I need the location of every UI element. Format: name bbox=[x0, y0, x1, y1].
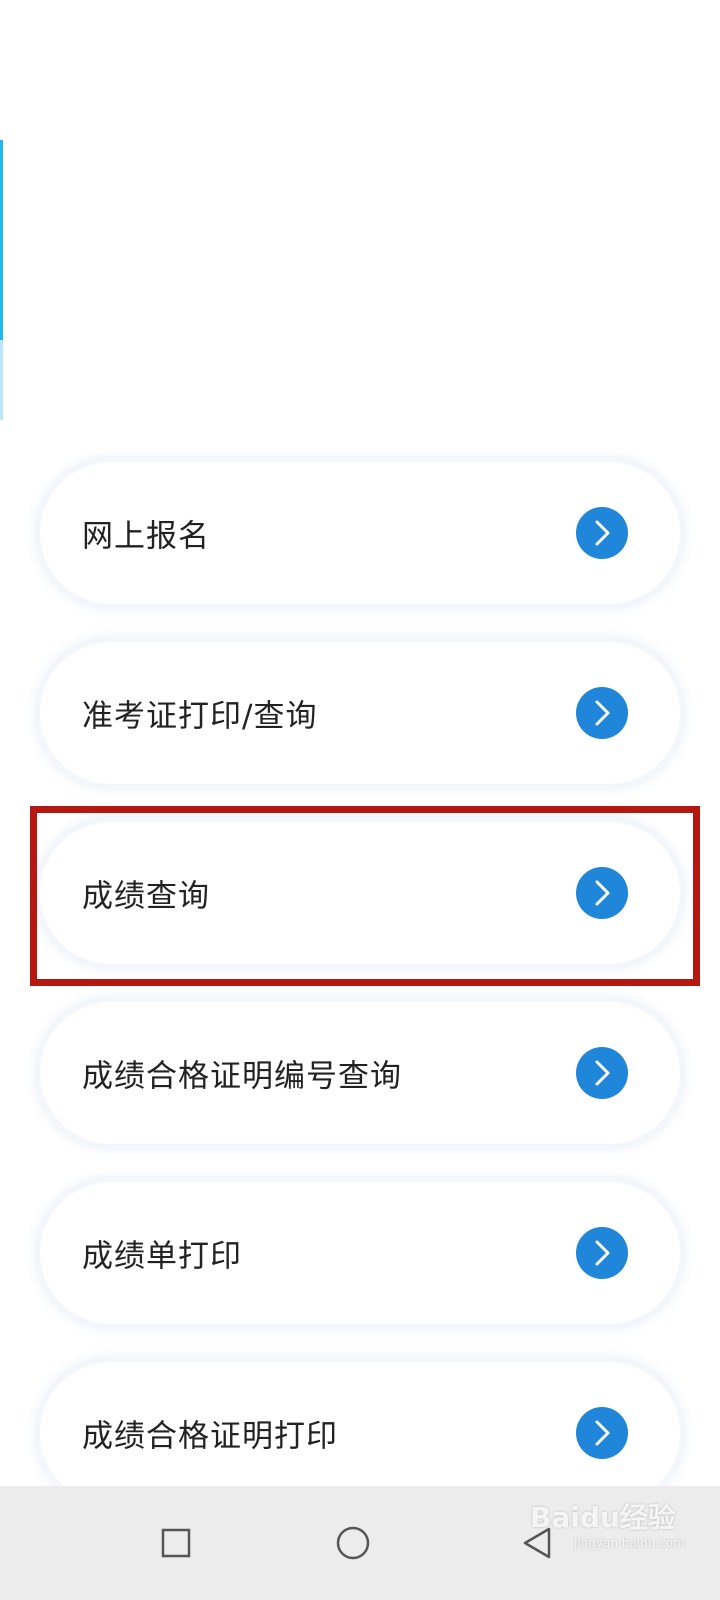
menu-item-label: 网上报名 bbox=[82, 518, 210, 555]
menu-item-score-report-print[interactable]: 成绩单打印 bbox=[40, 1182, 680, 1324]
menu-item-online-registration[interactable]: 网上报名 bbox=[40, 462, 680, 604]
square-icon bbox=[161, 1528, 191, 1558]
circle-icon bbox=[336, 1526, 370, 1560]
chevron-right-icon[interactable] bbox=[576, 1407, 628, 1459]
menu-item-certificate-print[interactable]: 成绩合格证明打印 bbox=[40, 1362, 680, 1504]
chevron-right-icon[interactable] bbox=[576, 1227, 628, 1279]
chevron-right-icon[interactable] bbox=[576, 867, 628, 919]
watermark-text: Baidu经验 bbox=[530, 1501, 676, 1534]
chevron-right-icon[interactable] bbox=[576, 507, 628, 559]
menu-item-score-query[interactable]: 成绩查询 bbox=[40, 822, 680, 964]
menu-item-label: 成绩合格证明编号查询 bbox=[82, 1058, 402, 1095]
menu-item-admission-ticket[interactable]: 准考证打印/查询 bbox=[40, 642, 680, 784]
baidu-watermark-logo: Baidu经验 jingyan.baidu.com bbox=[530, 1496, 700, 1556]
menu-item-label: 成绩合格证明打印 bbox=[82, 1418, 338, 1455]
home-button[interactable] bbox=[318, 1508, 388, 1578]
menu-item-label: 成绩单打印 bbox=[82, 1238, 242, 1275]
chevron-right-icon[interactable] bbox=[576, 687, 628, 739]
menu-item-certificate-number-query[interactable]: 成绩合格证明编号查询 bbox=[40, 1002, 680, 1144]
edge-accent-bar-faint bbox=[0, 340, 3, 420]
menu-item-label: 准考证打印/查询 bbox=[82, 698, 318, 735]
menu-item-label: 成绩查询 bbox=[82, 878, 210, 915]
watermark-subtext: jingyan.baidu.com bbox=[574, 1536, 685, 1550]
chevron-right-icon[interactable] bbox=[576, 1047, 628, 1099]
app-screen: 网上报名 准考证打印/查询 成绩查询 成绩合格证明编号查询 成绩单打印 成绩合格… bbox=[0, 0, 720, 1600]
edge-accent-bar bbox=[0, 140, 3, 340]
recent-apps-button[interactable] bbox=[141, 1508, 211, 1578]
